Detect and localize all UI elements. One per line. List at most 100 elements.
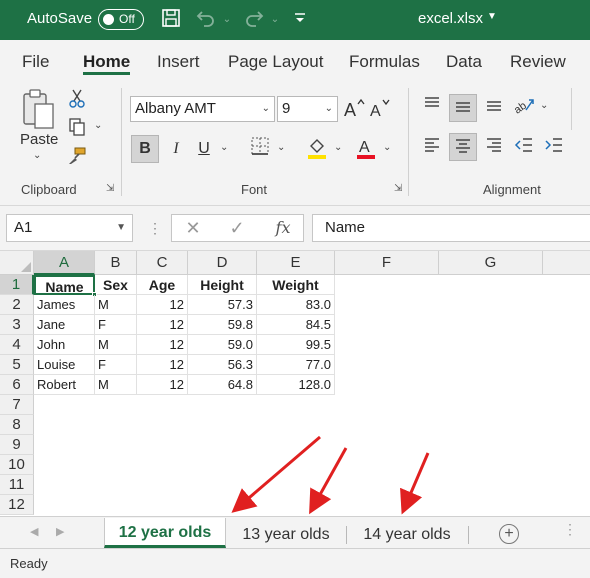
align-middle-icon[interactable]: [449, 94, 477, 122]
decrease-indent-icon[interactable]: [512, 135, 536, 161]
save-icon[interactable]: [159, 8, 183, 32]
orientation-dropdown-icon[interactable]: ⌄: [540, 100, 548, 111]
clipboard-launcher-icon[interactable]: ⇲: [106, 183, 114, 194]
borders-icon[interactable]: [249, 136, 271, 162]
redo-dropdown-icon[interactable]: ⌄: [268, 8, 282, 32]
cell-b2[interactable]: M: [95, 295, 137, 315]
cell-e3[interactable]: 84.5: [257, 315, 335, 335]
cell-b5[interactable]: F: [95, 355, 137, 375]
copy-icon[interactable]: [66, 117, 88, 143]
align-bottom-icon[interactable]: [482, 94, 506, 120]
cell-d4[interactable]: 59.0: [188, 335, 257, 355]
font-launcher-icon[interactable]: ⇲: [394, 183, 402, 194]
decrease-font-icon[interactable]: A: [369, 96, 391, 122]
paste-icon[interactable]: [18, 88, 58, 134]
select-all-button[interactable]: [0, 251, 34, 275]
insert-function-button[interactable]: fx: [268, 215, 298, 241]
cell-b3[interactable]: F: [95, 315, 137, 335]
font-color-icon[interactable]: A: [354, 136, 378, 162]
fill-color-dropdown-icon[interactable]: ⌄: [334, 142, 342, 153]
underline-dropdown-icon[interactable]: ⌄: [220, 142, 228, 153]
cell-c5[interactable]: 12: [137, 355, 188, 375]
column-header-h[interactable]: [543, 251, 590, 275]
cell-d1[interactable]: Height: [188, 275, 257, 295]
font-name-select[interactable]: Albany AMT ⌄: [130, 96, 275, 122]
cell-c2[interactable]: 12: [137, 295, 188, 315]
column-header-b[interactable]: B: [95, 251, 137, 275]
column-header-f[interactable]: F: [335, 251, 439, 275]
row-header-10[interactable]: 10: [0, 455, 34, 475]
filename-caret-icon[interactable]: ▼: [487, 11, 497, 22]
column-header-d[interactable]: D: [188, 251, 257, 275]
prev-sheet-icon[interactable]: ◀: [30, 525, 38, 538]
cell-d3[interactable]: 59.8: [188, 315, 257, 335]
row-header-1[interactable]: 1: [0, 275, 34, 295]
align-left-icon[interactable]: [420, 135, 444, 161]
cell-e5[interactable]: 77.0: [257, 355, 335, 375]
cell-c1[interactable]: Age: [137, 275, 188, 295]
cell-c4[interactable]: 12: [137, 335, 188, 355]
row-header-3[interactable]: 3: [0, 315, 34, 335]
cancel-icon[interactable]: ✕: [178, 215, 208, 241]
column-header-a[interactable]: A: [34, 251, 95, 275]
tab-file[interactable]: File: [22, 52, 49, 72]
row-header-5[interactable]: 5: [0, 355, 34, 375]
fill-color-icon[interactable]: [305, 136, 329, 162]
row-header-7[interactable]: 7: [0, 395, 34, 415]
align-top-icon[interactable]: [420, 94, 444, 120]
row-header-11[interactable]: 11: [0, 475, 34, 495]
cell-d2[interactable]: 57.3: [188, 295, 257, 315]
undo-dropdown-icon[interactable]: ⌄: [220, 8, 234, 32]
enter-icon[interactable]: ✓: [222, 215, 252, 241]
cell-e2[interactable]: 83.0: [257, 295, 335, 315]
file-name[interactable]: excel.xlsx: [418, 10, 483, 27]
autosave-toggle[interactable]: Off: [98, 9, 144, 30]
sheet-tab-13-year-olds[interactable]: 13 year olds: [228, 521, 344, 548]
row-header-9[interactable]: 9: [0, 435, 34, 455]
redo-icon[interactable]: [242, 8, 266, 32]
align-center-icon[interactable]: [449, 133, 477, 161]
increase-font-icon[interactable]: A: [343, 96, 365, 122]
cell-c3[interactable]: 12: [137, 315, 188, 335]
tab-formulas[interactable]: Formulas: [349, 52, 420, 72]
paste-dropdown-icon[interactable]: ⌄: [33, 150, 41, 161]
cell-a1[interactable]: Name: [34, 275, 95, 295]
column-header-g[interactable]: G: [439, 251, 543, 275]
tab-page-layout[interactable]: Page Layout: [228, 52, 323, 72]
row-header-4[interactable]: 4: [0, 335, 34, 355]
font-color-dropdown-icon[interactable]: ⌄: [383, 142, 391, 153]
cell-b4[interactable]: M: [95, 335, 137, 355]
align-right-icon[interactable]: [482, 135, 506, 161]
cell-b6[interactable]: M: [95, 375, 137, 395]
format-painter-icon[interactable]: [66, 146, 88, 172]
cut-icon[interactable]: [66, 88, 88, 114]
tab-split-handle-icon[interactable]: ⋮: [563, 521, 577, 538]
formula-bar-grip-icon[interactable]: ⋮: [148, 220, 162, 237]
cell-e4[interactable]: 99.5: [257, 335, 335, 355]
undo-icon[interactable]: [194, 8, 218, 32]
paste-label[interactable]: Paste: [20, 131, 58, 148]
sheet-tab-12-year-olds[interactable]: 12 year olds: [104, 518, 226, 548]
orientation-icon[interactable]: ab: [512, 94, 536, 120]
increase-indent-icon[interactable]: [542, 135, 566, 161]
underline-button[interactable]: U: [194, 136, 214, 162]
cell-a4[interactable]: John: [34, 335, 95, 355]
next-sheet-icon[interactable]: ▶: [56, 525, 64, 538]
cell-a3[interactable]: Jane: [34, 315, 95, 335]
add-sheet-icon[interactable]: +: [499, 524, 519, 544]
name-box[interactable]: A1 ▼: [6, 214, 133, 242]
sheet-tab-14-year-olds[interactable]: 14 year olds: [350, 521, 464, 548]
column-header-e[interactable]: E: [257, 251, 335, 275]
copy-dropdown-icon[interactable]: ⌄: [94, 120, 102, 131]
cell-a6[interactable]: Robert: [34, 375, 95, 395]
font-size-select[interactable]: 9 ⌄: [277, 96, 338, 122]
customize-toolbar-icon[interactable]: [292, 8, 308, 32]
tab-data[interactable]: Data: [446, 52, 482, 72]
row-header-8[interactable]: 8: [0, 415, 34, 435]
cell-c6[interactable]: 12: [137, 375, 188, 395]
tab-review[interactable]: Review: [510, 52, 566, 72]
column-header-c[interactable]: C: [137, 251, 188, 275]
borders-dropdown-icon[interactable]: ⌄: [277, 142, 285, 153]
cell-d5[interactable]: 56.3: [188, 355, 257, 375]
bold-button[interactable]: B: [131, 135, 159, 163]
